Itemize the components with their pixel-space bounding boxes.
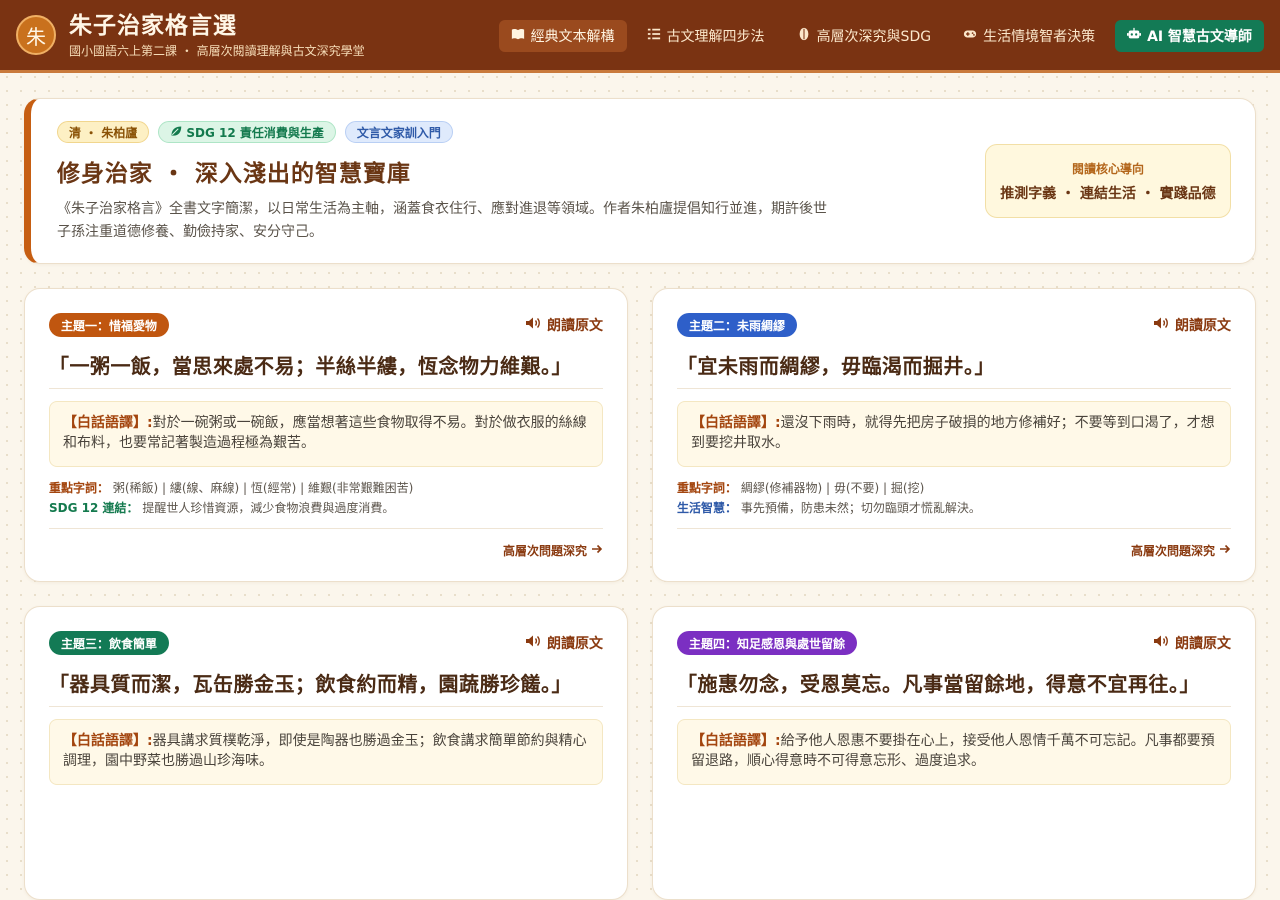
keywords-text: 綢繆(修補器物) | 毋(不要) | 掘(挖) [740, 481, 925, 495]
keywords-text: 粥(稀飯) | 縷(線、麻線) | 恆(經常) | 維艱(非常艱難困苦) [112, 481, 414, 495]
site-title: 朱子治家格言選 [69, 11, 237, 39]
list-icon [647, 27, 661, 45]
theme-badge: 主題三：飲食簡單 [49, 631, 170, 655]
nav-deep-sdg[interactable]: 高層次深究與SDG [785, 20, 944, 52]
core-label: 閱讀核心導向 [1071, 162, 1144, 176]
sdg-line: SDG 12 連結： 提醒世人珍惜資源，減少食物浪費與過度消費。 [49, 498, 603, 518]
sdg-chip: SDG 12 責任消費與生產 [158, 121, 336, 143]
read-aloud-button[interactable]: 朗讀原文 [1153, 315, 1231, 335]
speaker-icon [525, 315, 541, 335]
intro-description: 《朱子治家格言》全書文字簡潔，以日常生活為主軸，涵蓋食衣住行、應對進退等領域。作… [57, 201, 827, 240]
classical-quote: 「一粥一飯，當思來處不易；半絲半縷，恆念物力維艱。」 [49, 350, 603, 389]
translation-label: 【白話語譯】: [691, 733, 781, 749]
reading-core-box: 閱讀核心導向 推測字義 ・ 連結生活 ・ 實踐品德 [985, 144, 1231, 218]
speaker-icon [1153, 633, 1169, 653]
read-aloud-button[interactable]: 朗讀原文 [525, 633, 603, 653]
sdg-text: 提醒世人珍惜資源，減少食物浪費與過度消費。 [142, 501, 395, 515]
read-aloud-button[interactable]: 朗讀原文 [525, 315, 603, 335]
wisdom-label: 生活智慧： [677, 501, 738, 515]
robot-icon [1127, 27, 1142, 45]
speaker-icon [525, 633, 541, 653]
site-subtitle: 國小國語六上第二課 ・ 高層次閱讀理解與古文深究學堂 [69, 43, 365, 58]
speaker-icon [1153, 315, 1169, 335]
deep-question-link[interactable]: 高層次問題深究 [1131, 542, 1231, 559]
theme-card-1: 主題一：惜福愛物 朗讀原文 「一粥一飯，當思來處不易；半絲半縷，恆念物力維艱。」… [24, 288, 628, 582]
book-icon [511, 27, 525, 45]
keywords-label: 重點字詞： [677, 481, 738, 495]
keywords-label: 重點字詞： [49, 481, 110, 495]
sdg-label: SDG 12 連結： [49, 501, 139, 515]
classical-quote: 「宜未雨而綢繆，毋臨渴而掘井。」 [677, 350, 1231, 389]
keywords-line: 重點字詞： 綢繆(修補器物) | 毋(不要) | 掘(挖) [677, 478, 1231, 498]
nav-four-steps[interactable]: 古文理解四步法 [635, 20, 777, 52]
theme-card-4: 主題四：知足感恩與處世留餘 朗讀原文 「施惠勿念，受恩莫忘。凡事當留餘地，得意不… [652, 606, 1256, 900]
translation-box: 【白話語譯】:器具講求質樸乾淨，即使是陶器也勝過金玉；飲食講求簡單節約與精心調理… [49, 719, 603, 785]
nav-text-analysis[interactable]: 經典文本解構 [498, 20, 627, 52]
translation-label: 【白話語譯】: [63, 415, 153, 431]
translation-box: 【白話語譯】:還沒下雨時，就得先把房子破損的地方修補好；不要等到口渴了，才想到要… [677, 401, 1231, 467]
translation-label: 【白話語譯】: [63, 733, 153, 749]
theme-badge: 主題二：未雨綢繆 [677, 313, 798, 337]
seed-icon [797, 27, 811, 45]
gamepad-icon [963, 27, 977, 45]
core-value: 推測字義 ・ 連結生活 ・ 實踐品德 [1000, 186, 1216, 202]
genre-chip: 文言文家訓入門 [344, 121, 453, 143]
author-chip: 清 ・ 朱柏廬 [57, 121, 150, 143]
translation-box: 【白話語譯】:給予他人恩惠不要掛在心上，接受他人恩情千萬不可忘記。凡事都要預留退… [677, 719, 1231, 785]
brand: 朱子治家格言選 國小國語六上第二課 ・ 高層次閱讀理解與古文深究學堂 [69, 12, 365, 59]
wisdom-line: 生活智慧： 事先預備，防患未然；切勿臨頭才慌亂解決。 [677, 498, 1231, 518]
wisdom-text: 事先預備，防患未然；切勿臨頭才慌亂解決。 [740, 501, 981, 515]
theme-badge: 主題一：惜福愛物 [49, 313, 170, 337]
arrow-right-icon [1219, 543, 1231, 558]
keywords-line: 重點字詞： 粥(稀飯) | 縷(線、麻線) | 恆(經常) | 維艱(非常艱難困… [49, 478, 603, 498]
translation-label: 【白話語譯】: [691, 415, 781, 431]
intro-chips: 清 ・ 朱柏廬 SDG 12 責任消費與生產 文言文家訓入門 [57, 121, 1229, 143]
nav-life-decision[interactable]: 生活情境智者決策 [951, 20, 1107, 52]
deep-question-link[interactable]: 高層次問題深究 [503, 542, 603, 559]
nav-ai-tutor[interactable]: AI 智慧古文導師 [1115, 20, 1264, 52]
logo-badge: 朱 [16, 15, 56, 55]
classical-quote: 「施惠勿念，受恩莫忘。凡事當留餘地，得意不宜再往。」 [677, 668, 1231, 707]
theme-badge: 主題四：知足感恩與處世留餘 [677, 631, 858, 655]
theme-card-2: 主題二：未雨綢繆 朗讀原文 「宜未雨而綢繆，毋臨渴而掘井。」 【白話語譯】:還沒… [652, 288, 1256, 582]
top-navigation-bar: 朱 朱子治家格言選 國小國語六上第二課 ・ 高層次閱讀理解與古文深究學堂 經典文… [0, 0, 1280, 73]
translation-box: 【白話語譯】:對於一碗粥或一碗飯，應當想著這些食物取得不易。對於做衣服的絲線和布… [49, 401, 603, 467]
read-aloud-button[interactable]: 朗讀原文 [1153, 633, 1231, 653]
arrow-right-icon [591, 543, 603, 558]
intro-card: 清 ・ 朱柏廬 SDG 12 責任消費與生產 文言文家訓入門 修身治家 ・ 深入… [24, 98, 1256, 264]
theme-card-3: 主題三：飲食簡單 朗讀原文 「器具質而潔，瓦缶勝金玉；飲食約而精，園蔬勝珍饈。」… [24, 606, 628, 900]
main-nav: 經典文本解構 古文理解四步法 高層次深究與SDG 生活情境智者決策 AI 智慧古… [498, 20, 1264, 52]
classical-quote: 「器具質而潔，瓦缶勝金玉；飲食約而精，園蔬勝珍饈。」 [49, 668, 603, 707]
leaf-icon [170, 125, 182, 140]
